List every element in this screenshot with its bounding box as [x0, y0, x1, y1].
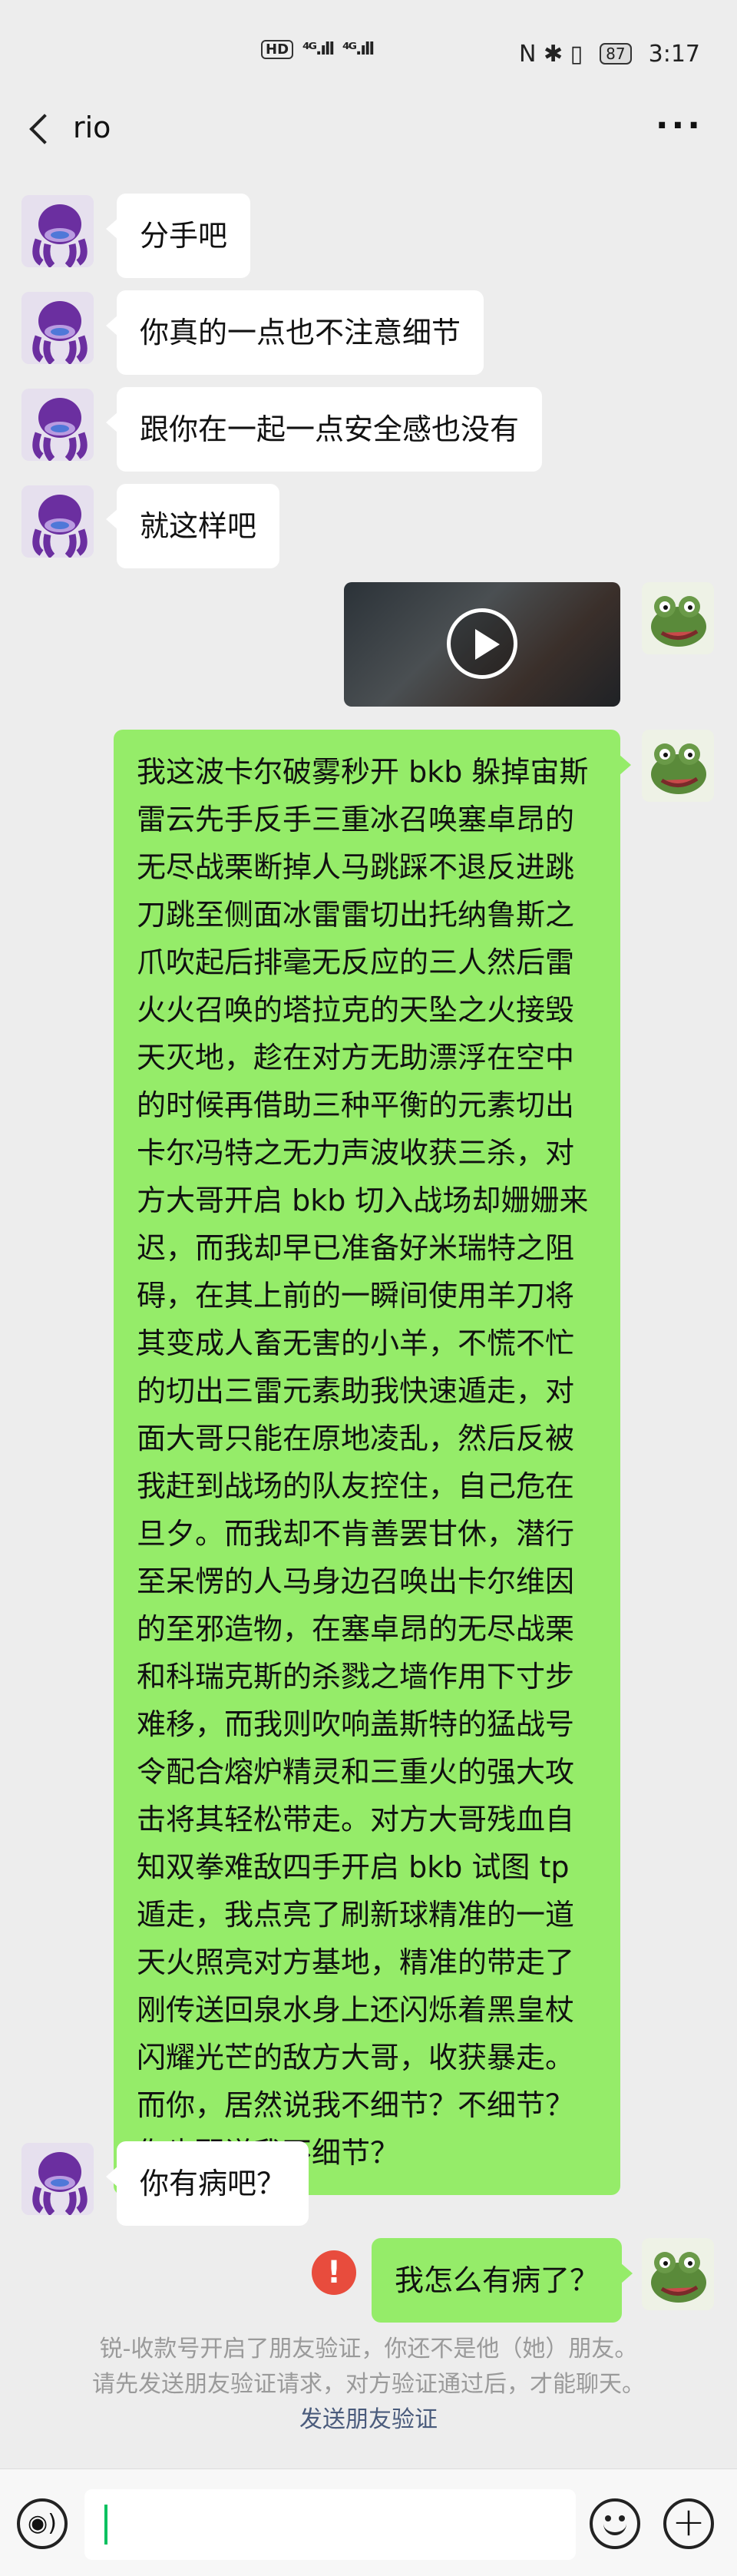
signal-icon: ⁴ᴳ.ıll: [342, 40, 375, 59]
frog-avatar-icon: [642, 2238, 714, 2310]
octopus-avatar-icon: [21, 485, 94, 558]
avatar[interactable]: [21, 389, 94, 461]
octopus-avatar-icon: [21, 2143, 94, 2215]
octopus-avatar-icon: [21, 389, 94, 461]
input-bar: ◉) +: [0, 2468, 737, 2576]
avatar[interactable]: [642, 2238, 714, 2310]
chevron-left-icon[interactable]: [25, 114, 55, 144]
message-bubble[interactable]: 我这波卡尔破雾秒开 bkb 躲掉宙斯雷云先手反手三重冰召唤塞卓昂的无尽战栗断掉人…: [114, 730, 631, 2195]
voice-icon[interactable]: ◉): [17, 2498, 68, 2549]
message-text: 你真的一点也不注意细节: [140, 316, 461, 349]
battery-icon: 87: [600, 43, 632, 65]
avatar[interactable]: [21, 292, 94, 364]
play-icon[interactable]: [447, 608, 517, 679]
notice-line: 请先发送朋友验证请求，对方验证通过后，才能聊天。: [92, 2371, 645, 2398]
message-text: 我怎么有病了？: [395, 2263, 600, 2297]
text-cursor: [104, 2505, 107, 2545]
frog-avatar-icon: [642, 730, 714, 802]
octopus-avatar-icon: [21, 292, 94, 364]
avatar[interactable]: [642, 730, 714, 802]
status-bar: HD ⁴ᴳ.ıll ⁴ᴳ.ıll N ✱ ▯ 87 3:17: [0, 0, 737, 108]
network-indicators: HD ⁴ᴳ.ıll ⁴ᴳ.ıll: [261, 40, 375, 59]
message-bubble[interactable]: 你真的一点也不注意细节: [105, 290, 484, 375]
frog-avatar-icon: [642, 582, 714, 654]
avatar[interactable]: [642, 582, 714, 654]
system-notice: 锐-收款号开启了朋友验证，你还不是他（她）朋友。 请先发送朋友验证请求，对方验证…: [0, 2332, 737, 2438]
message-bubble[interactable]: 跟你在一起一点安全感也没有: [105, 387, 543, 472]
chat-header: rio ···: [0, 92, 737, 169]
avatar[interactable]: [21, 485, 94, 558]
hd-badge: HD: [261, 40, 294, 59]
status-icons: N ✱ ▯: [519, 40, 583, 68]
octopus-avatar-icon: [21, 195, 94, 267]
message-bubble[interactable]: 我怎么有病了？: [372, 2238, 633, 2323]
signal-icon: ⁴ᴳ.ıll: [302, 40, 335, 59]
message-bubble[interactable]: 分手吧: [105, 194, 251, 278]
send-failed-icon[interactable]: !: [312, 2250, 356, 2295]
message-text: 跟你在一起一点安全感也没有: [140, 412, 520, 446]
more-button[interactable]: ···: [656, 106, 703, 145]
avatar[interactable]: [21, 195, 94, 267]
emoji-icon[interactable]: [590, 2498, 640, 2549]
avatar[interactable]: [21, 2143, 94, 2215]
message-bubble[interactable]: 你有病吧？: [105, 2141, 309, 2226]
clock: 3:17: [648, 40, 700, 68]
message-text: 分手吧: [140, 219, 228, 253]
send-verification-link[interactable]: 发送朋友验证: [0, 2402, 737, 2438]
message-text: 就这样吧: [140, 509, 257, 543]
notice-line: 锐-收款号开启了朋友验证，你还不是他（她）朋友。: [99, 2336, 638, 2362]
message-bubble[interactable]: 就这样吧: [105, 484, 280, 568]
message-text: 我这波卡尔破雾秒开 bkb 躲掉宙斯雷云先手反手三重冰召唤塞卓昂的无尽战栗断掉人…: [137, 755, 589, 2170]
chat-title: rio: [73, 111, 111, 144]
message-input[interactable]: [84, 2489, 576, 2560]
plus-icon[interactable]: +: [663, 2498, 714, 2549]
message-text: 你有病吧？: [140, 2167, 286, 2200]
video-message[interactable]: [344, 582, 620, 707]
